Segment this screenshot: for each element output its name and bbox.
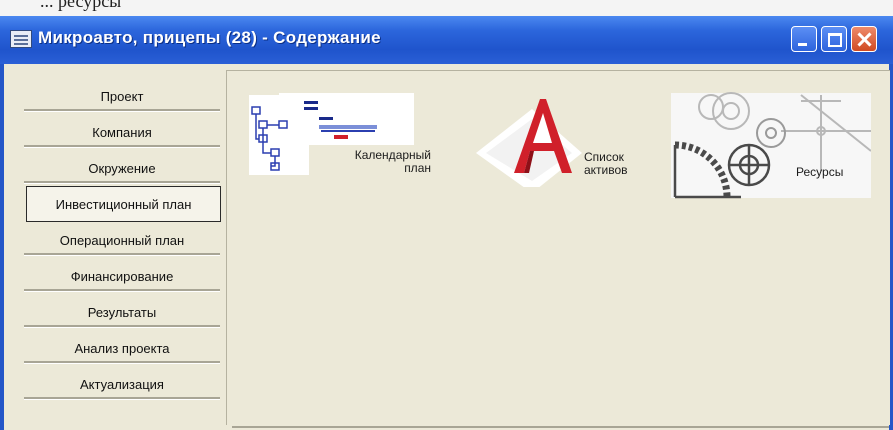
sidebar-item-operational-plan[interactable]: Операционный план <box>24 222 220 258</box>
sidebar-item-environment[interactable]: Окружение <box>24 150 220 186</box>
sidebar-item-label: Анализ проекта <box>74 340 170 356</box>
resources-gears-icon <box>671 92 871 199</box>
top-strip: ... ресурсы <box>0 0 893 16</box>
calendar-plan-tile[interactable]: Календарный план <box>249 91 449 201</box>
sidebar-item-label: Результаты <box>87 304 157 320</box>
sidebar-item-label: Операционный план <box>59 232 185 248</box>
app-window-icon[interactable] <box>10 30 32 48</box>
asset-list-tile[interactable]: Список активов <box>474 91 664 201</box>
sidebar-item-label: Компания <box>92 124 152 140</box>
content-panel-bottom-divider <box>232 426 889 428</box>
sidebar-item-project-analysis[interactable]: Анализ проекта <box>24 330 220 366</box>
sidebar-item-results[interactable]: Результаты <box>24 294 220 330</box>
calendar-plan-label: Календарный план <box>354 148 431 175</box>
title-bar[interactable]: Микроавто, прицепы (28) - Содержание <box>0 16 893 64</box>
sidebar-item-label: Финансирование <box>70 268 174 284</box>
content-panel: Календарный план Список активов Ресурсы <box>226 70 890 425</box>
asset-list-label: Список активов <box>584 150 628 177</box>
sidebar-item-actualization[interactable]: Актуализация <box>24 366 220 402</box>
app-window: Микроавто, прицепы (28) - Содержание Про… <box>0 16 893 430</box>
resources-label: Ресурсы <box>796 165 844 179</box>
asset-list-icon <box>476 99 582 187</box>
sidebar-item-financing[interactable]: Финансирование <box>24 258 220 294</box>
sidebar-item-label: Проект <box>100 88 144 104</box>
sidebar-item-investment-plan[interactable]: Инвестиционный план <box>26 186 221 222</box>
sidebar-item-label: Инвестиционный план <box>55 196 192 212</box>
client-area: Проект Компания Окружение Инвестиционный… <box>4 64 890 430</box>
maximize-button[interactable] <box>821 26 847 52</box>
resources-tile[interactable]: Ресурсы <box>671 91 871 201</box>
minimize-button[interactable] <box>791 26 817 52</box>
sidebar-item-company[interactable]: Компания <box>24 114 220 150</box>
window-title: Микроавто, прицепы (28) - Содержание <box>38 28 381 47</box>
sidebar-item-label: Актуализация <box>80 376 164 392</box>
sidebar-nav: Проект Компания Окружение Инвестиционный… <box>24 78 221 402</box>
sidebar-item-project[interactable]: Проект <box>24 78 220 114</box>
top-strip-text: ... ресурсы <box>40 0 122 11</box>
sidebar-item-label: Окружение <box>88 160 156 176</box>
close-button[interactable] <box>851 26 877 52</box>
